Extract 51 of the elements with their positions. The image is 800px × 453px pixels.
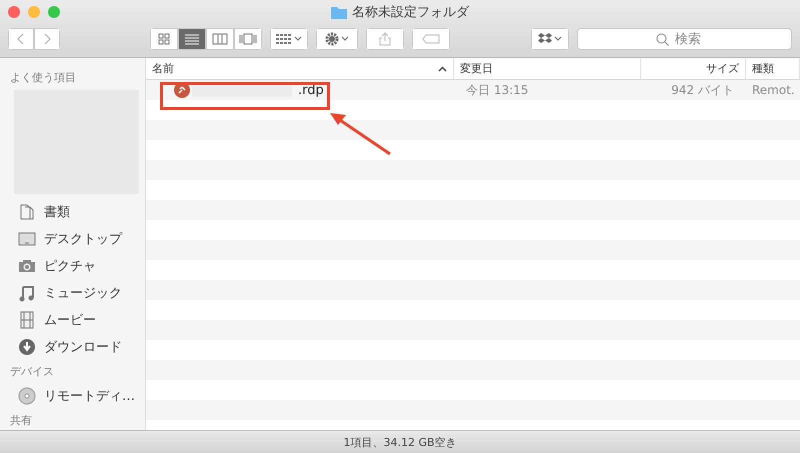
- size-cell-text: 942 バイト: [670, 82, 735, 98]
- column-header[interactable]: 変更日: [454, 58, 641, 79]
- sidebar-item[interactable]: ミュージック: [0, 279, 145, 306]
- sidebar-item[interactable]: リモートディ…: [0, 382, 145, 409]
- gear-icon: [325, 32, 339, 46]
- columns-icon: [212, 33, 228, 45]
- sidebar-section-title: デバイス: [9, 364, 55, 380]
- folder-icon: [331, 6, 347, 18]
- film-icon: [18, 310, 36, 328]
- view-mode-button[interactable]: [178, 28, 206, 50]
- list-icon: [185, 33, 199, 45]
- chevron-down-icon: [294, 36, 302, 42]
- forward-icon: [43, 33, 51, 45]
- documents-icon: [18, 202, 36, 220]
- column-header[interactable]: 名前: [146, 58, 454, 79]
- modified-cell-text: 今日 13:15: [465, 82, 530, 98]
- search-field[interactable]: 検索: [577, 28, 792, 50]
- sidebar-item[interactable]: デスクトップ: [0, 225, 145, 252]
- file-name-cell[interactable]: .rdp: [146, 80, 454, 100]
- sidebar-section-title: よく使う項目: [9, 70, 77, 86]
- view-mode-button[interactable]: [150, 28, 178, 50]
- sidebar-item[interactable]: ピクチャ: [0, 252, 145, 279]
- close-button[interactable]: [8, 6, 20, 18]
- dropbox-button[interactable]: [531, 28, 569, 50]
- tag-icon: [422, 34, 440, 44]
- column-header[interactable]: 種類: [746, 58, 800, 79]
- boxes-icon: [538, 33, 552, 45]
- share-icon: [379, 32, 391, 46]
- arrange-button[interactable]: [270, 28, 308, 50]
- grid-icon: [276, 33, 292, 45]
- action-button[interactable]: [316, 28, 358, 50]
- back-icon: [17, 33, 25, 45]
- grid-icon: [158, 33, 170, 45]
- disc-icon: [18, 386, 36, 404]
- search-icon: [656, 32, 669, 46]
- music-note-icon: [18, 284, 36, 302]
- chevron-down-icon: [341, 36, 349, 42]
- window-title: 名称未設定フォルダ: [352, 4, 469, 21]
- cover-flow-icon: [239, 33, 257, 45]
- sidebar-section-title: 共有: [9, 413, 33, 429]
- kind-cell-text: Remot.: [751, 82, 796, 99]
- view-mode-button[interactable]: [234, 28, 262, 50]
- sidebar-item[interactable]: ダウンロード: [0, 333, 145, 360]
- download-icon: [18, 338, 36, 356]
- chevron-down-icon: [554, 36, 562, 42]
- sidebar-item[interactable]: 書類: [0, 198, 145, 225]
- sidebar-item[interactable]: ムービー: [0, 306, 145, 333]
- desktop-icon: [18, 230, 36, 248]
- status-text: 1項目、34.12 GB空き: [343, 434, 457, 450]
- view-mode-button[interactable]: [206, 28, 234, 50]
- column-header[interactable]: サイズ: [641, 58, 746, 79]
